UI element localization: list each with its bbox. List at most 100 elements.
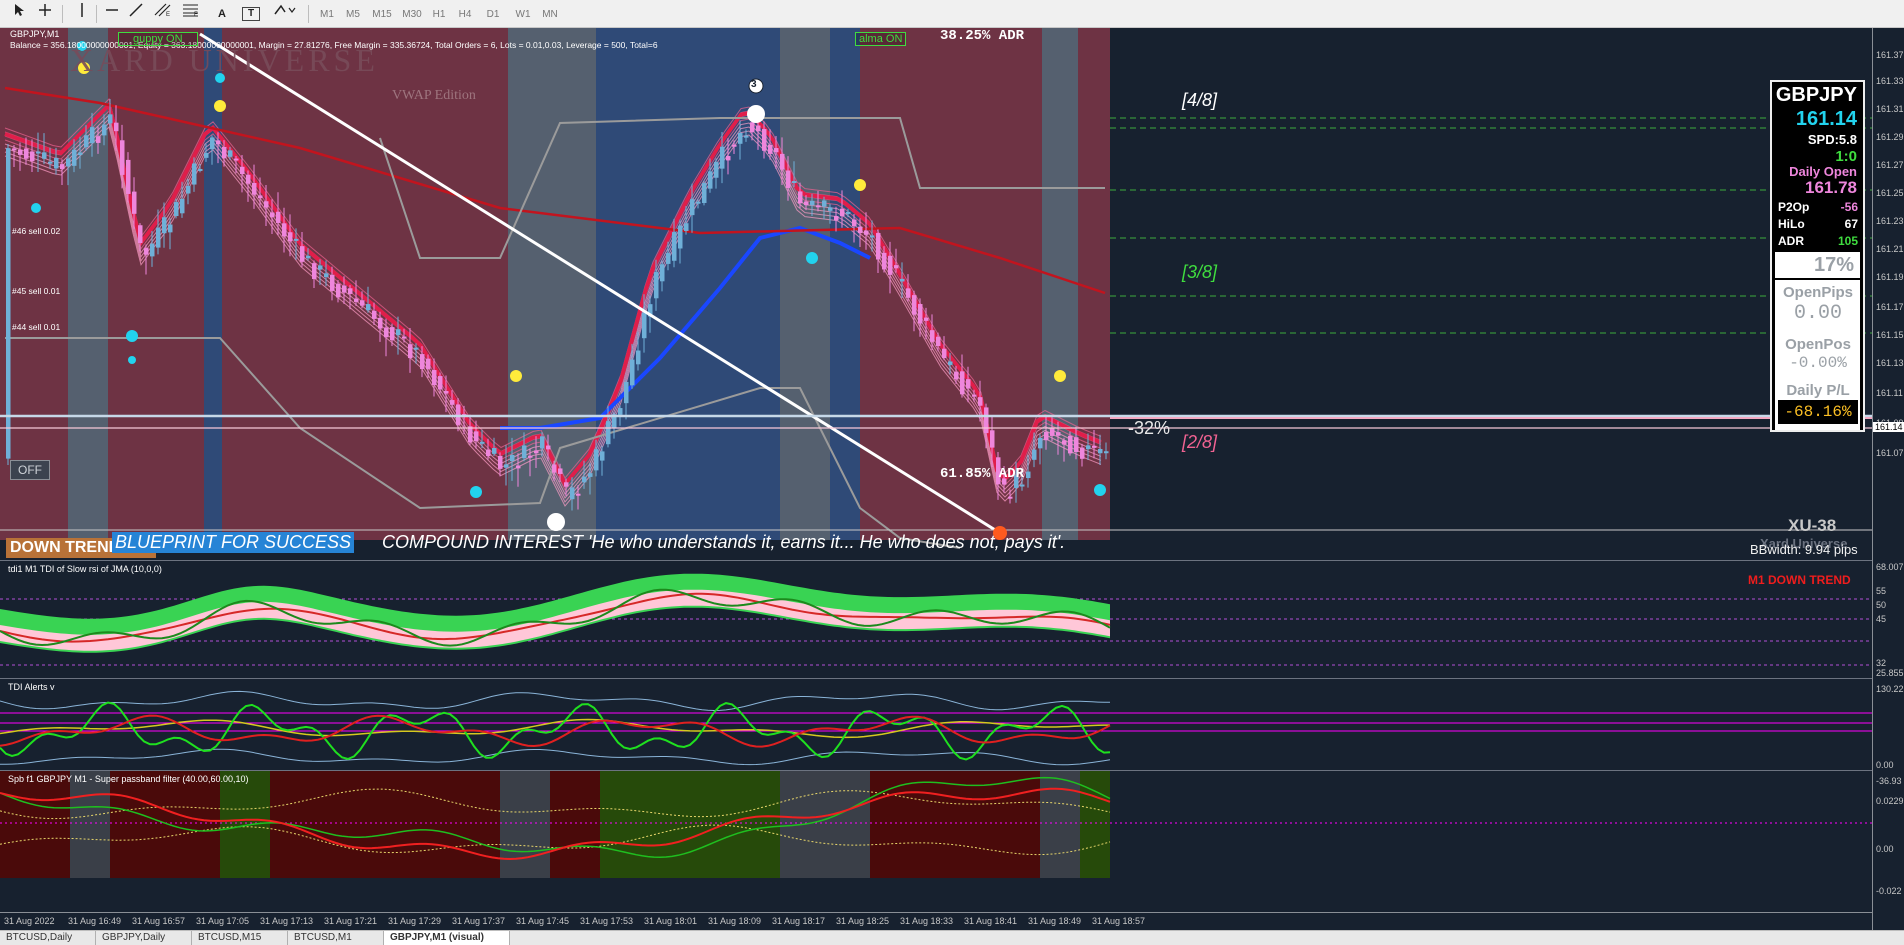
price-tick: 161.31 bbox=[1876, 104, 1904, 114]
candle-body bbox=[78, 152, 83, 156]
candle-body bbox=[1056, 432, 1061, 436]
arrows-icon[interactable] bbox=[272, 3, 298, 25]
session-background-blue bbox=[830, 28, 860, 540]
vertical-line-icon[interactable] bbox=[76, 3, 88, 25]
spb-label: Spb f1 GBPJPY M1 - Super passband filter… bbox=[8, 774, 249, 784]
time-axis[interactable]: 31 Aug 2022 31 Aug 16:49 31 Aug 16:57 31… bbox=[0, 912, 1872, 930]
tf-h4-button[interactable]: H4 bbox=[454, 4, 476, 24]
candle-body bbox=[276, 211, 281, 223]
candle-body bbox=[282, 223, 287, 237]
time-tick: 31 Aug 18:25 bbox=[836, 916, 890, 926]
session-background-gray bbox=[68, 28, 108, 540]
candle-body bbox=[984, 407, 989, 434]
candle-body bbox=[312, 263, 317, 280]
spb-block bbox=[780, 771, 870, 878]
cursor-icon[interactable] bbox=[10, 3, 28, 25]
signal-dot-white bbox=[747, 105, 765, 123]
equidistant-channel-icon[interactable]: E bbox=[152, 3, 174, 25]
fibonacci-icon[interactable]: F bbox=[180, 3, 202, 25]
tdi-indicator-pane[interactable]: tdi1 M1 TDI of Slow rsi of JMA (10,0,0) … bbox=[0, 560, 1872, 676]
account-info-panel: GBPJPY 161.14 SPD:5.8 1:0 Daily Open 161… bbox=[1770, 80, 1865, 432]
candle-body bbox=[816, 205, 821, 208]
fib-level-2-8: [2/8] bbox=[1182, 432, 1218, 452]
alerts-level: 0.00 bbox=[1876, 760, 1894, 770]
candle-body bbox=[522, 445, 527, 459]
tf-h1-button[interactable]: H1 bbox=[428, 4, 450, 24]
horizontal-line-icon[interactable] bbox=[104, 3, 120, 25]
tf-d1-button[interactable]: D1 bbox=[482, 4, 504, 24]
tf-mn-button[interactable]: MN bbox=[538, 4, 562, 24]
candle-body bbox=[744, 135, 749, 138]
drawing-toolbar: E F A T M1 M5 M15 M30 H1 H4 D1 W1 MN bbox=[0, 0, 1904, 28]
candle-body bbox=[624, 381, 629, 404]
candle-body bbox=[432, 370, 437, 386]
spb-level: 0.0229 bbox=[1876, 796, 1904, 806]
off-toggle-button[interactable]: OFF bbox=[10, 460, 50, 480]
tab-gbpjpy-daily[interactable]: GBPJPY,Daily bbox=[96, 931, 192, 945]
candle-body bbox=[558, 468, 563, 474]
fib-level-3-8: [3/8] bbox=[1182, 262, 1218, 282]
text-label-icon[interactable]: T bbox=[242, 7, 260, 21]
candle-body bbox=[1032, 449, 1037, 460]
candle-body bbox=[1020, 484, 1025, 487]
candle-body bbox=[48, 161, 53, 164]
tf-m15-button[interactable]: M15 bbox=[368, 4, 396, 24]
signal-dot-yellow bbox=[510, 370, 522, 382]
candle-body bbox=[822, 200, 827, 207]
candle-body bbox=[732, 144, 737, 147]
candle-body bbox=[330, 274, 335, 291]
chart-window[interactable]: GBPJPY,M1 Balance = 356.18000000000001, … bbox=[0, 28, 1904, 930]
signal-dot-yellow bbox=[1054, 370, 1066, 382]
candle-body bbox=[378, 317, 383, 329]
time-tick: 31 Aug 18:01 bbox=[644, 916, 698, 926]
candle-body bbox=[1104, 451, 1109, 454]
tf-w1-button[interactable]: W1 bbox=[512, 4, 534, 24]
candle-body bbox=[840, 208, 845, 217]
candle-body bbox=[30, 151, 35, 162]
candle-body bbox=[654, 272, 659, 299]
candle-body bbox=[546, 445, 551, 450]
trendline-icon[interactable] bbox=[128, 3, 144, 25]
candle-body bbox=[594, 449, 599, 471]
candle-body bbox=[252, 182, 257, 195]
candle-body bbox=[882, 252, 887, 270]
tf-m30-button[interactable]: M30 bbox=[398, 4, 426, 24]
alma-toggle-button[interactable]: alma ON bbox=[855, 32, 907, 46]
time-tick: 31 Aug 18:17 bbox=[772, 916, 826, 926]
candle-body bbox=[486, 449, 491, 457]
tab-btcusd-m1[interactable]: BTCUSD,M1 bbox=[288, 931, 384, 945]
main-price-pane[interactable]: GBPJPY,M1 Balance = 356.18000000000001, … bbox=[0, 28, 1872, 558]
candle-body bbox=[666, 253, 671, 264]
text-icon[interactable]: A bbox=[214, 3, 230, 25]
tf-m1-button[interactable]: M1 bbox=[316, 4, 338, 24]
info-adr-label: ADR bbox=[1778, 234, 1804, 248]
price-axis[interactable]: 161.37 161.33 161.31 161.29 161.27 161.2… bbox=[1872, 28, 1904, 930]
price-tick: 161.25 bbox=[1876, 188, 1904, 198]
time-tick: 31 Aug 17:05 bbox=[196, 916, 250, 926]
candle-body bbox=[1062, 440, 1067, 445]
candle-body bbox=[1050, 427, 1055, 436]
candle-body bbox=[1074, 437, 1079, 452]
tdi-alerts-pane[interactable]: TDI Alerts v bbox=[0, 678, 1872, 768]
time-tick: 31 Aug 18:09 bbox=[708, 916, 762, 926]
candle-body bbox=[90, 127, 95, 144]
candle-body bbox=[828, 207, 833, 211]
order-label: #46 sell 0.02 bbox=[12, 226, 61, 236]
passband-filter-pane[interactable]: Spb f1 GBPJPY M1 - Super passband filter… bbox=[0, 770, 1872, 878]
time-tick: 31 Aug 17:13 bbox=[260, 916, 314, 926]
info-open-pos: -0.00% bbox=[1789, 354, 1847, 372]
candle-body bbox=[336, 283, 341, 298]
tab-btcusd-daily[interactable]: BTCUSD,Daily bbox=[0, 931, 96, 945]
order-label: #45 sell 0.01 bbox=[12, 286, 61, 296]
candle-body bbox=[396, 329, 401, 336]
candle-body bbox=[900, 278, 905, 282]
candle-body bbox=[690, 199, 695, 216]
xu-version-label: XU-38 bbox=[1788, 516, 1837, 535]
tf-m5-button[interactable]: M5 bbox=[342, 4, 364, 24]
mt4-terminal: E F A T M1 M5 M15 M30 H1 H4 D1 W1 MN GBP… bbox=[0, 0, 1904, 945]
tab-gbpjpy-m1[interactable]: GBPJPY,M1 (visual) bbox=[384, 931, 510, 945]
candle-body bbox=[660, 264, 665, 282]
candle-body bbox=[702, 183, 707, 203]
crosshair-icon[interactable] bbox=[36, 3, 54, 25]
tab-btcusd-m15[interactable]: BTCUSD,M15 bbox=[192, 931, 288, 945]
